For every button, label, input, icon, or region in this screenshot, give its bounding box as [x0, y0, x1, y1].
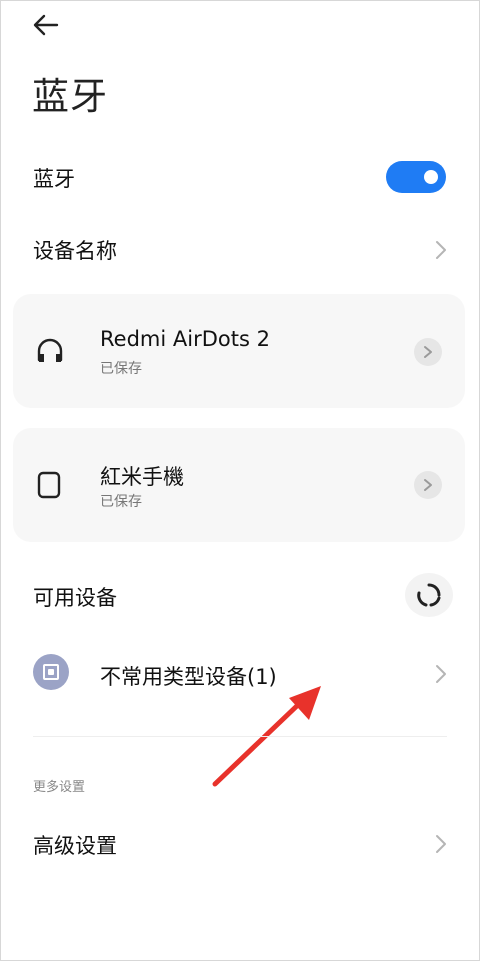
bluetooth-toggle[interactable] — [386, 161, 446, 193]
toggle-knob — [424, 170, 438, 184]
device-icon — [33, 654, 69, 690]
refresh-button[interactable] — [405, 573, 453, 617]
device-detail-button[interactable] — [414, 338, 442, 366]
bluetooth-label: 蓝牙 — [33, 167, 75, 191]
saved-device-card[interactable]: 紅米手機 已保存 — [13, 428, 465, 542]
chevron-right-icon — [424, 346, 432, 358]
page-title: 蓝牙 — [32, 75, 108, 118]
device-status: 已保存 — [100, 361, 142, 377]
divider — [33, 736, 447, 737]
red-arrow — [205, 682, 330, 796]
device-name: 紅米手機 — [100, 465, 184, 489]
advanced-settings-label: 高级设置 — [33, 834, 117, 858]
device-name: Redmi AirDots 2 — [100, 327, 270, 351]
headphones-icon — [35, 336, 65, 368]
phone-icon — [37, 471, 61, 503]
more-settings-section-label: 更多设置 — [33, 780, 86, 795]
back-arrow-icon — [33, 14, 59, 36]
chevron-right-icon — [434, 833, 448, 855]
device-detail-button[interactable] — [414, 471, 442, 499]
chevron-right-icon — [434, 663, 448, 685]
loading-spinner-icon — [417, 583, 441, 607]
chevron-right-icon — [424, 479, 432, 491]
device-status: 已保存 — [100, 494, 142, 510]
saved-device-card[interactable]: Redmi AirDots 2 已保存 — [13, 294, 465, 408]
chevron-right-icon — [434, 239, 448, 261]
device-name-row[interactable] — [0, 225, 480, 275]
back-button[interactable] — [30, 10, 62, 40]
available-devices-label: 可用设备 — [33, 586, 117, 610]
